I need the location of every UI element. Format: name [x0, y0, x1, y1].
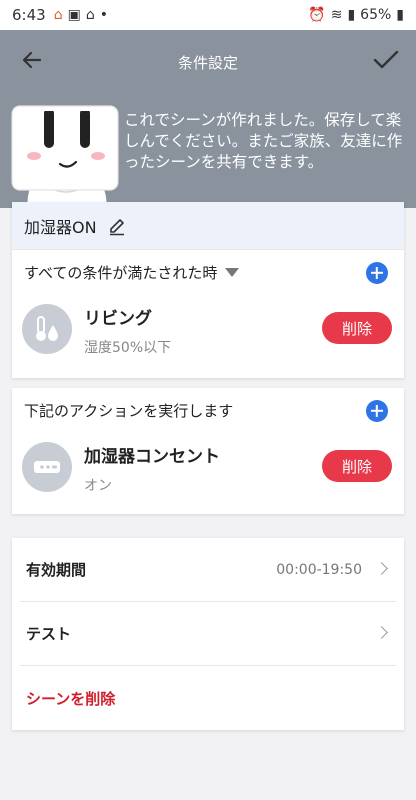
condition-header: すべての条件が満たされた時: [12, 250, 404, 294]
scene-name: 加湿器ON: [24, 217, 97, 237]
battery-percent: 65%: [360, 7, 392, 23]
battery-icon: ▮: [396, 7, 404, 23]
house-icon: ⌂: [85, 7, 95, 23]
chevron-right-icon: [375, 562, 388, 575]
alarm-icon: ⏰: [308, 7, 326, 23]
wifi-icon: ≋: [330, 7, 343, 23]
hero-message: これでシーンが作れました。保存して楽しんでください。またご家族、友達に作ったシー…: [124, 111, 403, 171]
test-label: テスト: [26, 625, 72, 643]
delete-scene-label: シーンを削除: [26, 689, 116, 708]
test-row[interactable]: テスト: [20, 602, 396, 666]
delete-action-button[interactable]: 削除: [322, 450, 392, 482]
top-bar: 条件設定: [0, 30, 416, 90]
signal-icon: ▮: [347, 7, 356, 23]
action-header: 下記のアクションを実行します: [12, 388, 404, 432]
pencil-icon[interactable]: [107, 216, 127, 236]
delete-condition-button[interactable]: 削除: [322, 312, 392, 344]
validity-period-value: 00:00-19:50: [276, 561, 362, 578]
validity-period-row[interactable]: 有効期間 00:00-19:50: [20, 538, 396, 602]
gallery-icon: ▣: [67, 7, 81, 23]
action-item[interactable]: 加湿器コンセント オン 削除: [12, 432, 404, 516]
save-button[interactable]: [370, 44, 402, 76]
dot-icon: •: [99, 7, 108, 23]
condition-mode-label: すべての条件が満たされた時: [24, 263, 218, 282]
page-title: 条件設定: [177, 54, 238, 72]
home-app-icon: ⌂: [53, 7, 63, 23]
plug-icon: [22, 442, 72, 492]
condition-card: 加湿器ON すべての条件が満たされた時 リビング 湿度50%以下 削除: [12, 202, 404, 378]
condition-item[interactable]: リビング 湿度50%以下 削除: [12, 294, 404, 378]
delete-scene-row[interactable]: シーンを削除: [20, 666, 396, 730]
dropdown-triangle-icon[interactable]: [225, 267, 240, 277]
status-time: 6:43: [12, 6, 46, 24]
condition-title: リビング: [84, 309, 152, 329]
condition-subtitle: 湿度50%以下: [84, 340, 172, 356]
options-card: 有効期間 00:00-19:50 テスト シーンを削除: [12, 538, 404, 730]
add-condition-button[interactable]: [366, 262, 388, 284]
action-subtitle: オン: [84, 478, 112, 494]
scene-name-row: 加湿器ON: [12, 202, 404, 250]
validity-period-label: 有効期間: [26, 561, 87, 579]
chevron-right-icon: [375, 626, 388, 639]
thermometer-drop-icon: [22, 304, 72, 354]
mascot-illustration: [11, 105, 119, 208]
action-header-label: 下記のアクションを実行します: [24, 401, 234, 420]
action-card: 下記のアクションを実行します 加湿器コンセント オン 削除: [12, 388, 404, 514]
check-icon: [373, 50, 399, 69]
add-action-button[interactable]: [366, 400, 388, 422]
action-title: 加湿器コンセント: [84, 447, 220, 467]
status-bar: 6:43 ⌂ ▣ ⌂ • ⏰ ≋ ▮ 65% ▮: [0, 0, 416, 30]
